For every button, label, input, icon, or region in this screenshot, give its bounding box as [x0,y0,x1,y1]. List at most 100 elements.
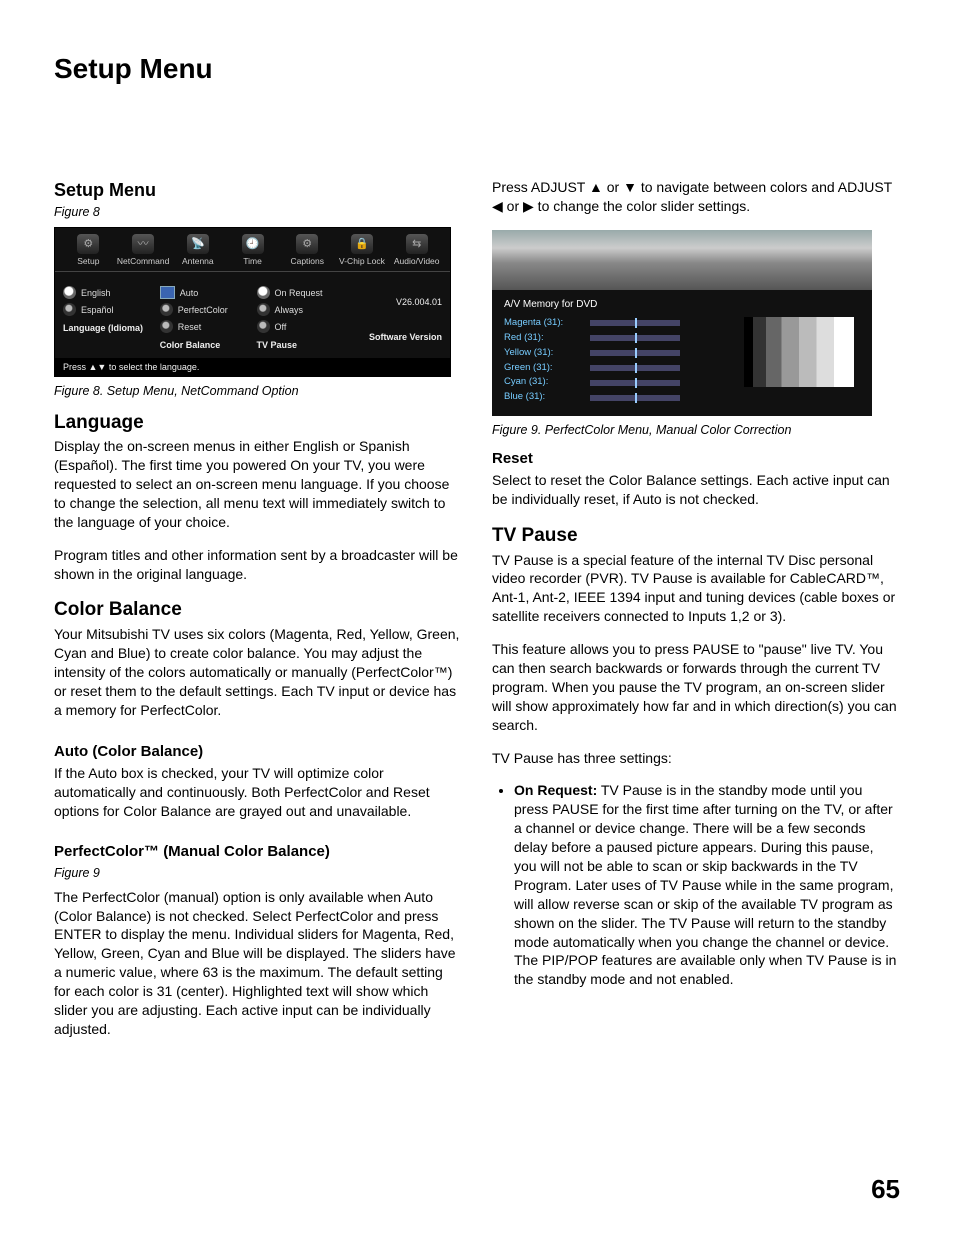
slider-bar[interactable] [590,335,680,341]
slider-bar[interactable] [590,365,680,371]
option-label: PerfectColor [178,304,228,316]
tab-label: Antenna [182,256,214,266]
right-arrow-icon: ▶ [523,198,534,214]
auto-paragraph: If the Auto box is checked, your TV will… [54,764,462,821]
left-arrow-icon: ◀ [492,198,503,214]
language-group: English Español Language (Idioma) [63,282,152,351]
group-title-version: Software Version [353,331,442,343]
version-group: V26.004.01 Software Version [353,282,442,351]
page-number: 65 [871,1172,900,1207]
radio-icon [63,286,76,299]
tab-label: Captions [290,256,324,266]
btn-perfectcolor[interactable]: PerfectColor [160,303,249,316]
text-fragment: Press ADJUST [492,179,589,195]
slider-label: Green (31): [504,362,584,375]
tab-vchip[interactable]: 🔒 V-Chip Lock [335,234,390,267]
time-icon: 🕘 [242,234,264,254]
group-title-language: Language (Idioma) [63,322,152,334]
slider-blue[interactable]: Blue (31): [504,391,860,404]
bullet-label: On Request: [514,782,597,798]
language-paragraph-1: Display the on-screen menus in either En… [54,437,462,531]
slider-bar[interactable] [590,320,680,326]
figure9-caption: Figure 9. PerfectColor Menu, Manual Colo… [492,422,900,439]
slider-bar[interactable] [590,380,680,386]
bullet-text: TV Pause is in the standby mode until yo… [514,782,896,987]
tab-netcommand[interactable]: 〰 NetCommand [116,234,171,267]
radio-off[interactable]: Off [257,320,346,333]
tab-audiovideo[interactable]: ⇆ Audio/Video [389,234,444,267]
option-label: Reset [178,321,202,333]
btn-reset[interactable]: Reset [160,320,249,333]
text-fragment: to navigate between colors and ADJUST [637,179,892,195]
perfectcolor-paragraph: The PerfectColor (manual) option is only… [54,888,462,1039]
adjust-instructions: Press ADJUST ▲ or ▼ to navigate between … [492,178,900,216]
option-label: Español [81,304,114,316]
tab-captions[interactable]: ⚙ Captions [280,234,335,267]
reset-paragraph: Select to reset the Color Balance settin… [492,471,900,509]
tab-label: Time [243,256,262,266]
tab-label: Setup [77,256,99,266]
radio-icon [160,303,173,316]
grayscale-swatch [744,317,854,387]
option-label: Auto [180,287,199,299]
tvpause-paragraph-1: TV Pause is a special feature of the int… [492,551,900,627]
slider-label: Cyan (31): [504,376,584,389]
option-label: Always [275,304,304,316]
perfectcolor-heading: PerfectColor™ (Manual Color Balance) [54,842,462,862]
radio-icon [257,320,270,333]
page-title: Setup Menu [54,50,900,88]
radio-icon [63,303,76,316]
tab-setup[interactable]: ⚙ Setup [61,234,116,267]
slider-bar[interactable] [590,395,680,401]
av-icon: ⇆ [406,234,428,254]
radio-icon [257,303,270,316]
colorbalance-group: Auto PerfectColor Reset Color Balance [160,282,249,351]
tab-label: NetCommand [117,256,169,266]
slider-bar[interactable] [590,350,680,356]
text-fragment: to change the color slider settings. [534,198,750,214]
tvpause-heading: TV Pause [492,523,900,549]
tab-label: V-Chip Lock [339,256,385,266]
language-paragraph-2: Program titles and other information sen… [54,546,462,584]
antenna-icon: 📡 [187,234,209,254]
tvpause-group: On Request Always Off TV Pause [257,282,346,351]
reset-heading: Reset [492,449,900,469]
radio-english[interactable]: English [63,286,152,299]
setup-icon: ⚙ [77,234,99,254]
tvpause-paragraph-2: This feature allows you to press PAUSE t… [492,640,900,734]
option-label: English [81,287,111,299]
software-version-number: V26.004.01 [353,296,442,308]
radio-onrequest[interactable]: On Request [257,286,346,299]
lock-icon: 🔒 [351,234,373,254]
radio-espanol[interactable]: Español [63,303,152,316]
down-arrow-icon: ▼ [623,179,637,195]
colorbalance-paragraph: Your Mitsubishi TV uses six colors (Mage… [54,625,462,719]
group-title-tvpause: TV Pause [257,339,346,351]
checkbox-auto[interactable]: Auto [160,286,249,299]
tvpause-paragraph-3: TV Pause has three settings: [492,749,900,768]
preview-image [492,230,872,290]
option-label: Off [275,321,287,333]
radio-icon [160,320,173,333]
captions-icon: ⚙ [296,234,318,254]
auto-heading: Auto (Color Balance) [54,742,462,762]
slider-label: Yellow (31): [504,347,584,360]
tvpause-settings-list: On Request: TV Pause is in the standby m… [492,781,900,989]
figure8-ref: Figure 8 [54,204,462,221]
menu-hint-footer: Press ▲▼ to select the language. [55,358,450,376]
figure9-ref: Figure 9 [54,865,462,882]
figure9-perfectcolor-menu: A/V Memory for DVD Magenta (31): Red (31… [492,230,872,416]
text-fragment: or [503,198,523,214]
radio-always[interactable]: Always [257,303,346,316]
av-memory-label: A/V Memory for DVD [504,298,860,312]
tab-antenna[interactable]: 📡 Antenna [170,234,225,267]
figure8-caption: Figure 8. Setup Menu, NetCommand Option [54,383,462,400]
tab-label: Audio/Video [394,256,440,266]
text-fragment: or [603,179,623,195]
tab-time[interactable]: 🕘 Time [225,234,280,267]
slider-label: Red (31): [504,332,584,345]
group-title-colorbalance: Color Balance [160,339,249,351]
colorbalance-heading: Color Balance [54,597,462,623]
language-heading: Language [54,410,462,436]
netcommand-icon: 〰 [132,234,154,254]
